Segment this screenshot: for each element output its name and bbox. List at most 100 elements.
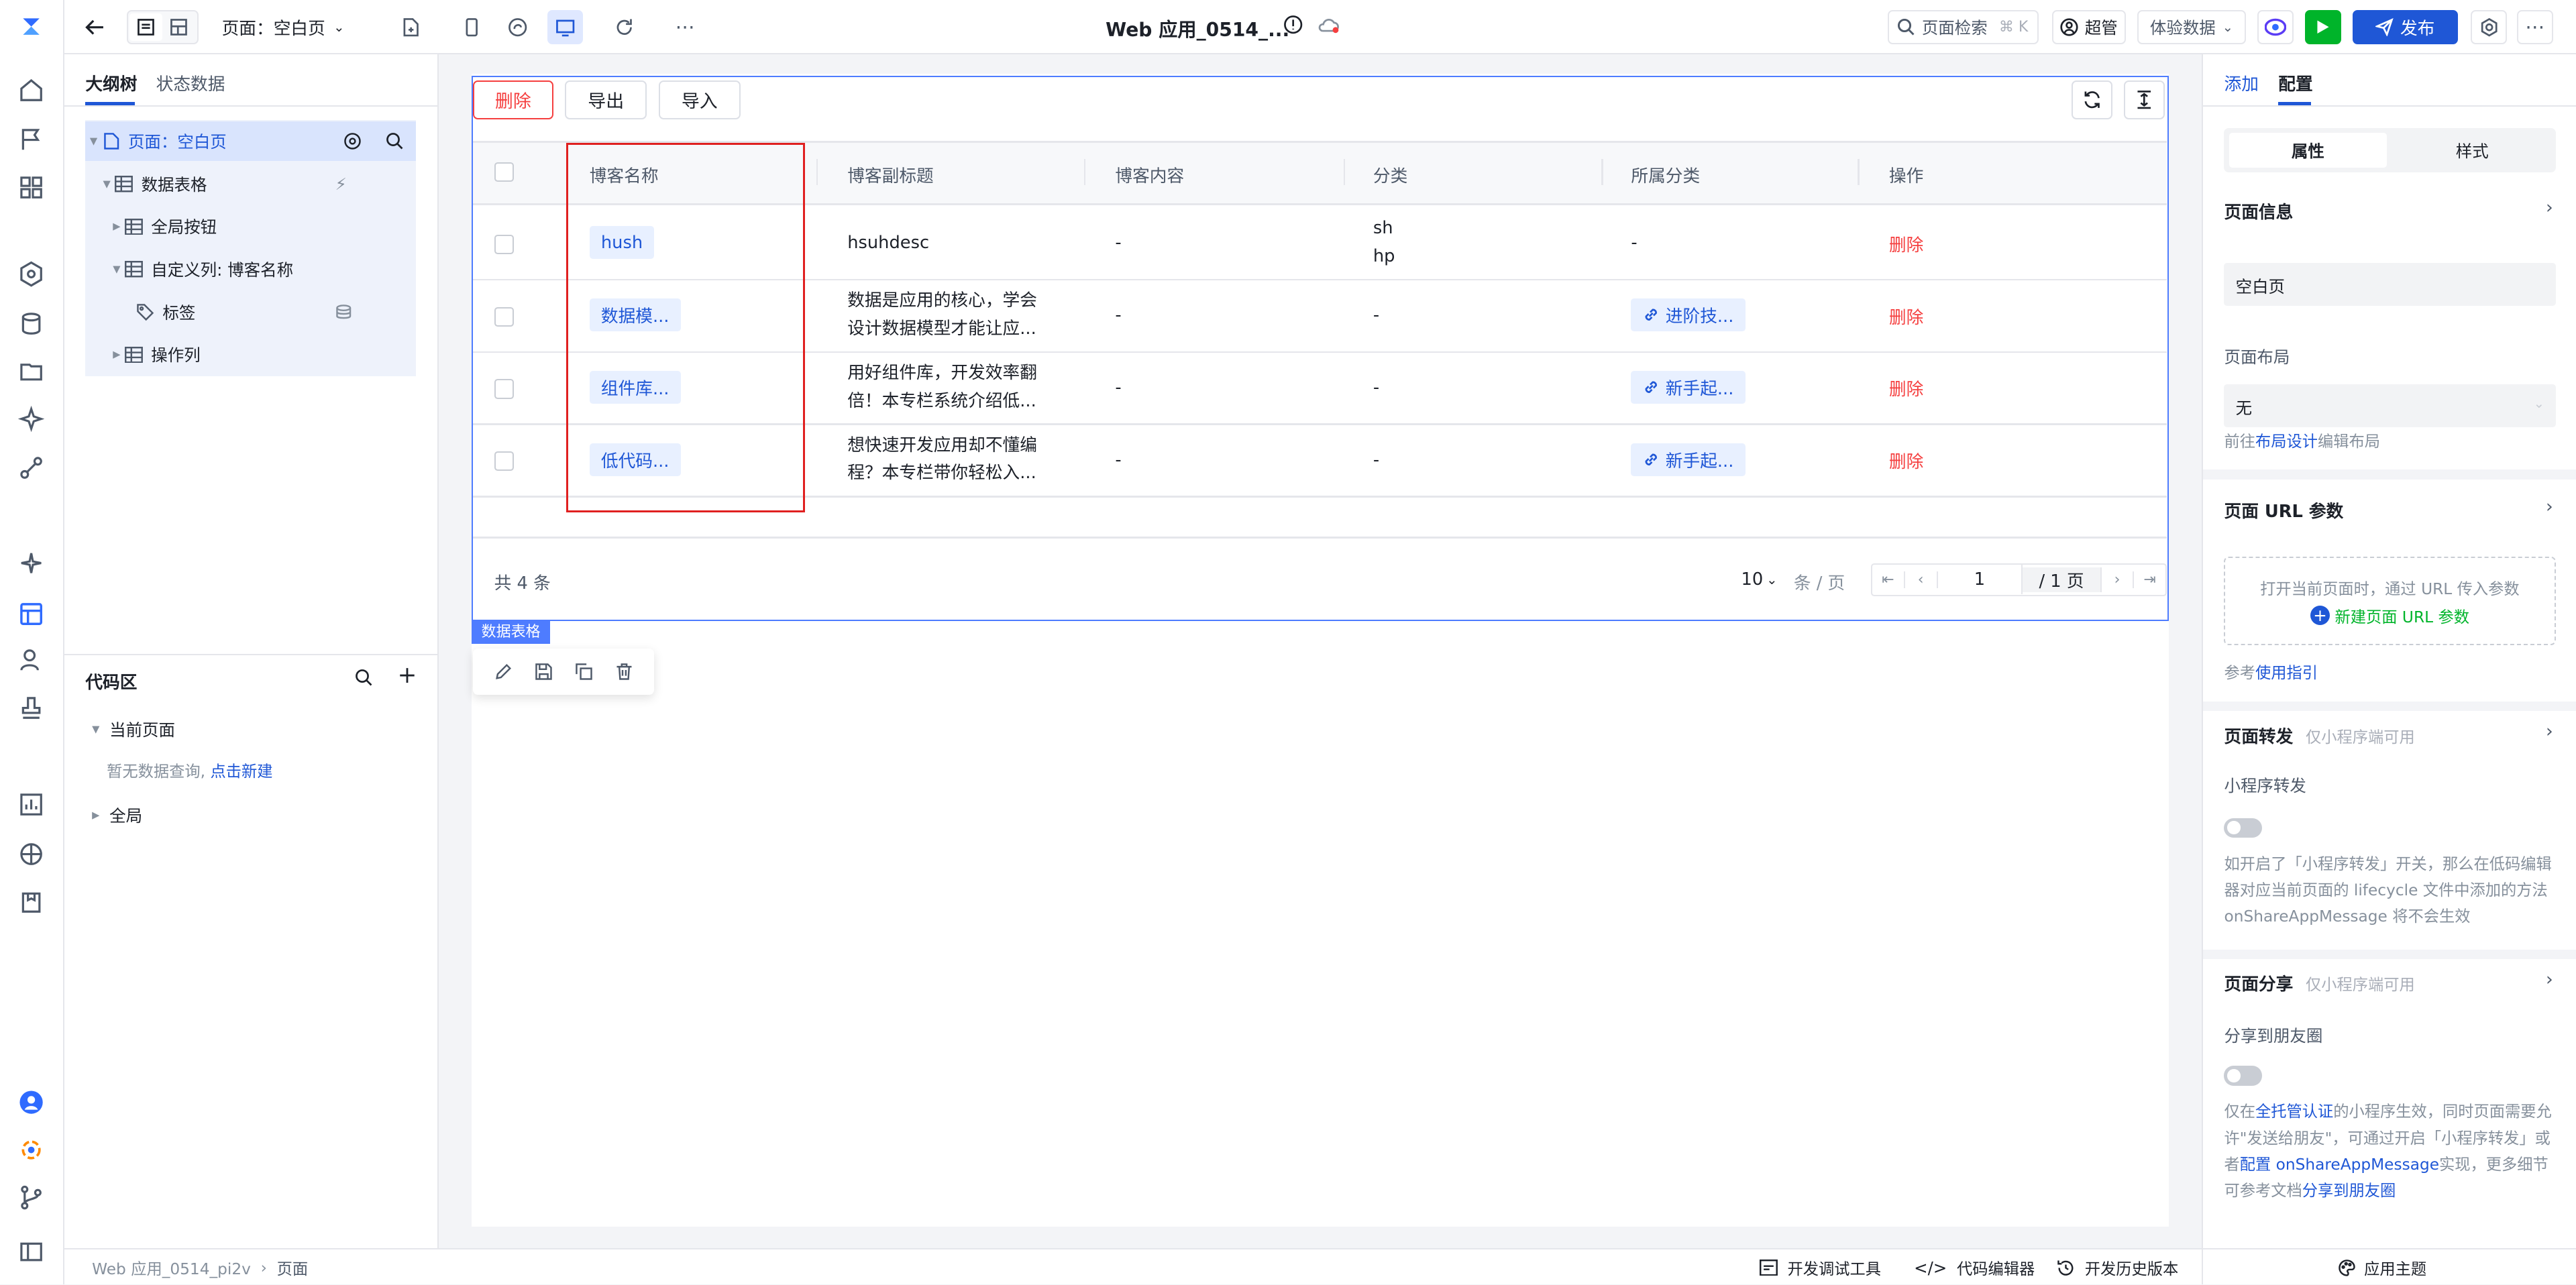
tree-node-tag[interactable]: 标签	[85, 292, 415, 332]
app-theme-button[interactable]: 应用主题	[2338, 1256, 2426, 1279]
row-delete-link[interactable]: 删除	[1889, 448, 1923, 473]
desktop-preview-icon[interactable]	[547, 9, 584, 45]
connector-icon[interactable]	[18, 455, 44, 481]
new-url-param-button[interactable]: + 新建页面 URL 参数	[2225, 604, 2554, 627]
full-managed-cert-link[interactable]: 全托管认证	[2255, 1103, 2333, 1121]
tab-state-data[interactable]: 状态数据	[156, 70, 225, 95]
belong-category-tag[interactable]: 新手起...	[1631, 443, 1746, 476]
dev-tools-button[interactable]: 开发调试工具	[1759, 1256, 1881, 1279]
belong-category-tag[interactable]: 新手起...	[1631, 371, 1746, 404]
delete-trash-icon[interactable]	[615, 663, 633, 681]
chevron-right-icon[interactable]: ›	[2546, 496, 2553, 517]
col-header-action[interactable]: 操作	[1889, 162, 1923, 187]
delete-button[interactable]: 删除	[472, 80, 553, 120]
col-header-content[interactable]: 博客内容	[1115, 162, 1184, 187]
chevron-right-icon[interactable]: ›	[2546, 197, 2553, 218]
search-icon[interactable]	[355, 669, 373, 687]
search-icon[interactable]	[386, 132, 404, 150]
row-delete-link[interactable]: 删除	[1889, 376, 1923, 400]
tab-config[interactable]: 配置	[2278, 70, 2312, 95]
settings-gear-icon[interactable]	[2471, 9, 2508, 45]
user-button[interactable]: 超管	[2051, 9, 2126, 45]
row-checkbox[interactable]	[494, 451, 515, 471]
import-button[interactable]: 导入	[658, 80, 741, 120]
home-icon[interactable]	[18, 77, 44, 103]
create-query-link[interactable]: 点击新建	[210, 763, 272, 781]
plugin-icon[interactable]	[18, 841, 44, 867]
row-checkbox[interactable]	[494, 234, 515, 255]
table-refresh-icon[interactable]	[2071, 80, 2112, 120]
tree-node-datatable[interactable]: ▼ 数据表格 ⚡	[85, 164, 415, 204]
data-source-icon[interactable]	[335, 304, 352, 320]
more-menu-icon[interactable]: ⋯	[2516, 9, 2553, 45]
database-icon[interactable]	[18, 311, 44, 337]
forward-toggle[interactable]	[2224, 818, 2262, 838]
back-arrow-icon[interactable]	[79, 10, 112, 44]
tree-node-global-buttons[interactable]: ▶ 全局按钮	[85, 207, 415, 247]
usage-guide-link[interactable]: 使用指引	[2255, 664, 2318, 682]
event-bolt-icon[interactable]: ⚡	[335, 174, 347, 194]
tab-outline[interactable]: 大纲树	[85, 70, 137, 95]
section-page-share[interactable]: 页面分享 仅小程序端可用	[2224, 970, 2414, 995]
page-number-input[interactable]: 1	[1937, 564, 2023, 595]
next-page-icon[interactable]: ›	[2102, 571, 2135, 588]
settings-icon[interactable]	[343, 132, 362, 150]
breadcrumb-page[interactable]: 页面	[277, 1256, 309, 1279]
collapse-panel-icon[interactable]	[18, 1239, 44, 1265]
add-page-icon[interactable]	[394, 10, 427, 44]
account-icon[interactable]	[18, 1089, 44, 1115]
mobile-preview-icon[interactable]	[455, 10, 488, 44]
edit-pencil-icon[interactable]	[494, 663, 513, 681]
row-checkbox[interactable]	[494, 379, 515, 399]
package-icon[interactable]	[18, 889, 44, 915]
layout-design-link[interactable]: 布局设计	[2255, 433, 2318, 451]
prev-page-icon[interactable]: ‹	[1905, 571, 1938, 588]
page-selector[interactable]: 页面：空白页 ⌄	[222, 10, 354, 44]
page-name-input[interactable]: 空白页	[2224, 262, 2557, 306]
page-view-icon[interactable]	[129, 13, 163, 42]
row-delete-link[interactable]: 删除	[1889, 304, 1923, 329]
app-logo-icon[interactable]	[18, 13, 44, 40]
code-global[interactable]: ▶ 全局	[92, 803, 142, 827]
storage-icon[interactable]	[18, 358, 44, 384]
belong-category-tag[interactable]: 进阶技...	[1631, 298, 1746, 332]
breadcrumb-app[interactable]: Web 应用_0514_pi2v	[92, 1256, 251, 1279]
row-delete-link[interactable]: 删除	[1889, 231, 1923, 256]
export-button[interactable]: 导出	[564, 80, 647, 120]
run-play-icon[interactable]	[2304, 9, 2341, 45]
components-icon[interactable]	[18, 174, 44, 201]
git-branch-icon[interactable]	[18, 1184, 44, 1211]
history-button[interactable]: 开发历史版本	[2057, 1256, 2178, 1279]
chevron-right-icon[interactable]: ›	[2546, 721, 2553, 742]
segment-attributes[interactable]: 属性	[2229, 133, 2387, 168]
select-all-checkbox[interactable]	[494, 162, 515, 182]
page-size-select[interactable]: 10 ⌄	[1741, 569, 1777, 590]
row-height-icon[interactable]	[2124, 80, 2165, 120]
section-page-info[interactable]: 页面信息	[2224, 199, 2293, 223]
first-page-icon[interactable]: ⇤	[1872, 571, 1905, 588]
add-icon[interactable]: +	[398, 662, 417, 689]
tree-node-page[interactable]: ▼ 页面：空白页	[85, 121, 416, 161]
magic-icon[interactable]	[18, 550, 44, 576]
col-header-belong-category[interactable]: 所属分类	[1631, 162, 1700, 187]
tree-node-action-column[interactable]: ▶ 操作列	[85, 335, 415, 375]
data-view-icon[interactable]	[18, 601, 44, 627]
ai-icon[interactable]	[17, 405, 45, 433]
preview-eye-icon[interactable]	[2257, 9, 2294, 45]
code-editor-button[interactable]: </> 代码编辑器	[1914, 1256, 2035, 1279]
api-icon[interactable]	[18, 261, 44, 287]
stamp-icon[interactable]	[18, 695, 44, 721]
chevron-right-icon[interactable]: ›	[2546, 969, 2553, 990]
share-moments-doc-link[interactable]: 分享到朋友圈	[2302, 1182, 2396, 1200]
analytics-icon[interactable]	[18, 791, 44, 818]
more-icon[interactable]: ⋯	[669, 10, 702, 44]
section-page-forward[interactable]: 页面转发 仅小程序端可用	[2224, 723, 2414, 748]
page-layout-select[interactable]: 无 ⌄	[2224, 384, 2557, 427]
tab-add[interactable]: 添加	[2224, 70, 2258, 95]
sparkle-icon[interactable]	[18, 1137, 44, 1163]
users-icon[interactable]	[18, 647, 44, 673]
flag-icon[interactable]	[18, 127, 44, 153]
config-share-link[interactable]: 配置 onShareAppMessage	[2240, 1156, 2439, 1174]
data-table-component[interactable]: 删除 导出 导入 博客名称 博客副标题 博客内容 分类 所属分类 操作 hush…	[471, 75, 2169, 621]
publish-button[interactable]: 发布	[2352, 9, 2458, 45]
